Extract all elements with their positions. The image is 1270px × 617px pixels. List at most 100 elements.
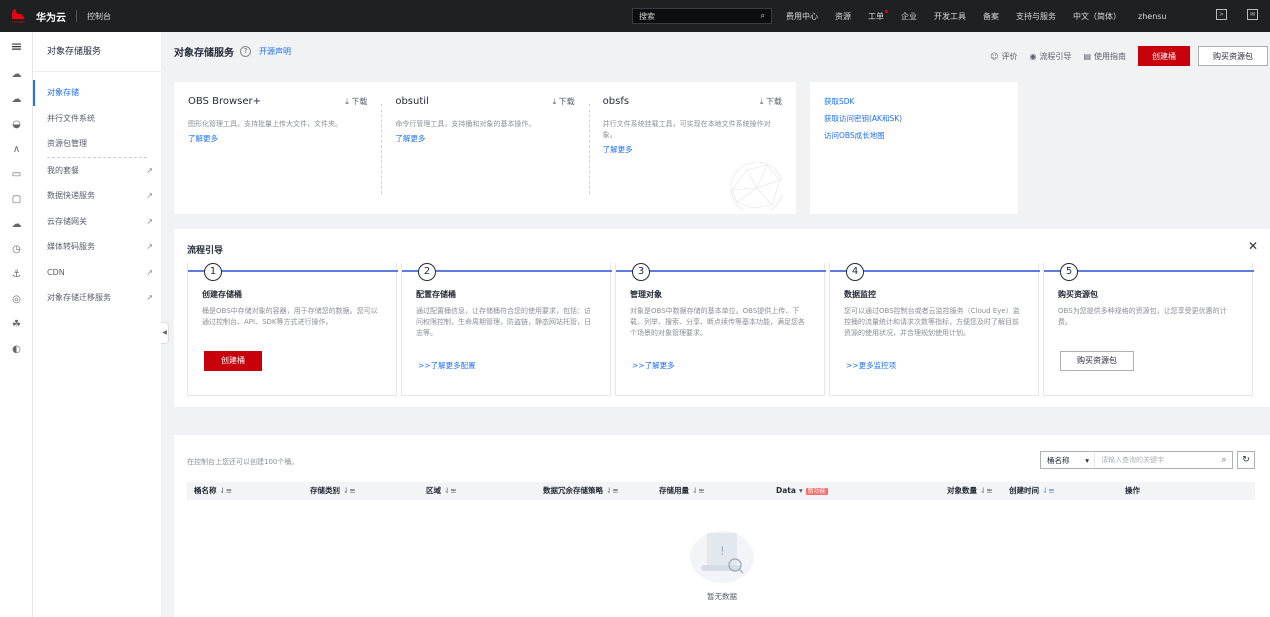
sidebar-item[interactable]: 并行文件系统: [33, 106, 161, 132]
col-redundancy[interactable]: 数据冗余存储策略 ⇃≡: [543, 482, 619, 500]
search-icon[interactable]: ⌕: [761, 11, 765, 21]
open-source-statement-link[interactable]: 开源声明: [259, 46, 291, 57]
growth-map-link[interactable]: 访问OBS成长地图: [824, 130, 1004, 141]
sidebar-item-label: CDN: [47, 267, 65, 277]
step-number: 3: [632, 263, 650, 281]
globe-decoration-icon: [730, 161, 782, 210]
tool-obsutil: obsutil ⤓ 下载 命令行管理工具，支持桶和对象的基本操作。 了解更多: [381, 82, 588, 214]
col-created-time[interactable]: 创建时间 ⇃≡: [1009, 482, 1055, 500]
bucket-quota-hint: 在控制台上您还可以创建100个桶。: [187, 458, 299, 466]
globe-icon[interactable]: ◐: [0, 337, 33, 362]
step-description: OBS为您提供多种规格的资源包，让您享受更优惠的计费。: [1058, 307, 1227, 326]
rate-button[interactable]: ☺ 评价: [990, 51, 1017, 62]
guide-title: 流程引导: [187, 246, 224, 256]
download-icon: ⤓: [759, 97, 764, 106]
document-icon[interactable]: ▭: [0, 162, 33, 187]
col-storage-usage[interactable]: 存储用量 ⇃≡: [659, 482, 705, 500]
buy-package-button[interactable]: 购买资源包: [1060, 351, 1134, 371]
nav-user[interactable]: zhensu: [1138, 12, 1167, 21]
search-input[interactable]: 搜索: [639, 11, 655, 22]
step-title: 创建存储桶: [202, 290, 242, 299]
sidebar-item[interactable]: 云存储网关 ↗: [33, 209, 161, 235]
guide-steps: 1 创建存储桶 桶是OBS中存储对象的容器，用于存储您的数据。您可以通过控制台、AP…: [187, 263, 1254, 396]
nav-support[interactable]: 支持与服务: [1016, 11, 1056, 22]
col-object-count[interactable]: 对象数量 ⇃≡: [947, 482, 993, 500]
sidebar-item[interactable]: 资源包管理: [33, 131, 161, 157]
learn-more-link[interactable]: >>了解更多: [632, 360, 675, 371]
nav-devtools[interactable]: 开发工具: [934, 11, 966, 22]
nav-resources[interactable]: 资源: [835, 11, 851, 22]
learn-more-link[interactable]: >>更多监控项: [846, 360, 896, 371]
sidebar-item-label: 数据快递服务: [47, 191, 95, 201]
close-icon[interactable]: ✕: [1248, 239, 1258, 253]
col-storage-class[interactable]: 存储类别 ⇃≡: [310, 482, 356, 500]
sort-icon: ⇃≡: [219, 486, 233, 495]
nav-billing[interactable]: 费用中心: [786, 11, 818, 22]
sidebar-item[interactable]: 数据快递服务 ↗: [33, 183, 161, 209]
buy-package-button[interactable]: 购买资源包: [1198, 46, 1268, 66]
cloud-alt-icon[interactable]: ☁: [0, 212, 33, 237]
create-bucket-button[interactable]: 创建桶: [1138, 46, 1190, 66]
cloud-server-icon[interactable]: ☁: [0, 87, 33, 112]
guide-button[interactable]: ◉ 流程引导: [1029, 51, 1071, 62]
learn-more-link[interactable]: 了解更多: [395, 133, 574, 144]
external-link-icon: ↗: [146, 216, 153, 226]
search-icon[interactable]: ⌕: [1216, 455, 1232, 465]
external-link-icon: ↗: [146, 267, 153, 277]
huawei-logo[interactable]: HUAWEI: [6, 0, 32, 32]
storage-icon[interactable]: ◒: [0, 112, 33, 137]
console-link[interactable]: 控制台: [87, 11, 111, 22]
step-description: 您可以通过OBS控制台或者云监控服务（Cloud Eye）监控桶的流量统计和请求…: [844, 307, 1020, 337]
sidebar-item[interactable]: 我的套餐 ↗: [33, 158, 161, 184]
message-icon[interactable]: ✉: [1247, 9, 1258, 20]
download-button[interactable]: ⤓ 下载: [345, 96, 367, 107]
get-access-key-link[interactable]: 获取访问密钥(AK和SK): [824, 113, 1004, 124]
network-icon[interactable]: ☘: [0, 312, 33, 337]
sidebar-item-label: 媒体转码服务: [47, 242, 95, 252]
sidebar-item[interactable]: 对象存储: [33, 80, 161, 106]
sidebar-item[interactable]: 媒体转码服务 ↗: [33, 234, 161, 260]
gauge-icon[interactable]: ◎: [0, 287, 33, 312]
nav-language[interactable]: 中文（简体）: [1073, 11, 1121, 22]
download-button[interactable]: ⤓ 下载: [760, 96, 782, 107]
download-button[interactable]: ⤓ 下载: [553, 96, 575, 107]
nav-ticket[interactable]: 工单: [868, 9, 888, 22]
caret-down-icon: ▾: [798, 486, 803, 495]
guide-step: 5 购买资源包 OBS为您提供多种规格的资源包，让您享受更优惠的计费。 购买资源包: [1043, 263, 1254, 396]
create-bucket-button[interactable]: 创建桶: [204, 351, 262, 371]
quick-links-card: 获取SDK 获取访问密钥(AK和SK) 访问OBS成长地图: [810, 82, 1018, 214]
file-icon[interactable]: ▢: [0, 187, 33, 212]
step-title: 购买资源包: [1058, 290, 1098, 299]
menu-icon[interactable]: ≡: [0, 32, 33, 62]
step-description: 通过配置桶信息，让存储桶符合您的使用要求，包括：访问权限控制，生命周期管理，防盗…: [416, 307, 591, 337]
filter-field-select[interactable]: 桶名称 ▾: [1041, 452, 1095, 468]
clock-icon[interactable]: ◷: [0, 237, 33, 262]
cloud-icon[interactable]: ☁: [0, 62, 33, 87]
anchor-icon[interactable]: ⚓: [0, 262, 33, 287]
sidebar-item[interactable]: 对象存储迁移服务 ↗: [33, 285, 161, 311]
col-data[interactable]: Data ▾ 新功能: [776, 482, 828, 500]
learn-more-link[interactable]: >>了解更多配置: [418, 360, 476, 371]
monitor-icon[interactable]: ∧: [0, 137, 33, 162]
side-menu-list: 对象存储 并行文件系统 资源包管理 我的套餐 ↗ 数据快递服务 ↗ 云存储网关 ↗ 媒体转码服务 ↗…: [33, 72, 161, 311]
get-sdk-link[interactable]: 获取SDK: [824, 96, 1004, 107]
nav-icp[interactable]: 备案: [983, 11, 999, 22]
brand-name[interactable]: 华为云: [36, 9, 66, 24]
learn-more-link[interactable]: 了解更多: [188, 133, 367, 144]
refresh-button[interactable]: ↻: [1237, 451, 1255, 469]
filter-keyword-input[interactable]: 请输入查询的关键字: [1095, 455, 1216, 465]
step-title: 管理对象: [630, 290, 662, 299]
col-region[interactable]: 区域 ⇃≡: [426, 482, 457, 500]
sidebar-item[interactable]: CDN ↗: [33, 260, 161, 286]
header-actions: ☺ 评价 ◉ 流程引导 ▤ 使用指南 创建桶 购买资源包: [990, 46, 1268, 66]
terminal-icon[interactable]: >: [1216, 9, 1227, 20]
process-guide: 流程引导 ✕ 1 创建存储桶 桶是OBS中存储对象的容器，用于存储您的数据。您可以通…: [174, 229, 1270, 407]
col-bucket-name[interactable]: 桶名称 ⇃≡: [194, 482, 232, 500]
help-icon[interactable]: ?: [240, 46, 251, 57]
usage-guide-button[interactable]: ▤ 使用指南: [1083, 51, 1126, 62]
nav-enterprise[interactable]: 企业: [901, 11, 917, 22]
guide-step: 3 管理对象 对象是OBS中数据存储的基本单位。OBS提供上传、下载、列举、搜索、分…: [615, 263, 826, 396]
collapse-sidebar-button[interactable]: ◀: [161, 322, 169, 344]
global-search[interactable]: 搜索 ⌕: [632, 8, 772, 24]
top-nav: 费用中心 资源 工单 企业 开发工具 备案 支持与服务 中文（简体） zhens…: [786, 0, 1184, 32]
